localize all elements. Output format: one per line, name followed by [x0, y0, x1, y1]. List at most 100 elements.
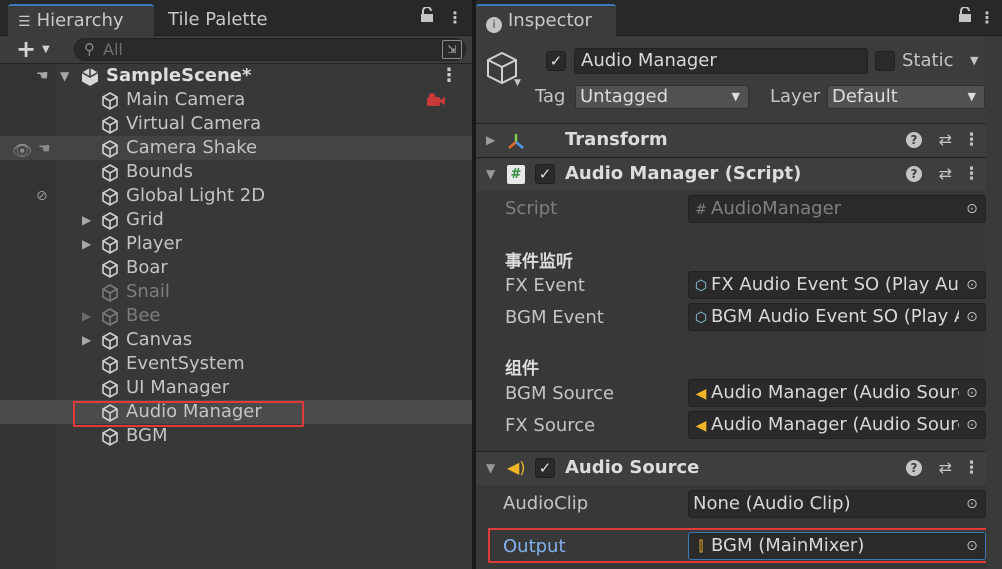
kebab-menu-icon[interactable]: ⋮ [444, 6, 466, 30]
object-name-field[interactable]: Audio Manager [574, 48, 868, 74]
static-checkbox[interactable] [875, 51, 895, 71]
hierarchy-item[interactable]: Global Light 2D [0, 184, 472, 208]
scene-name: SampleScene* [106, 65, 252, 86]
gameobject-header: ▼ ✓ Audio Manager Static ▼ Tag Untagged ▼… [476, 36, 1002, 124]
layer-dropdown[interactable]: Default ▼ [827, 85, 985, 109]
scene-header-row[interactable]: ☚ ▼ SampleScene* ⋮ [0, 64, 472, 88]
component-kebab-icon[interactable]: ⋮ [963, 158, 980, 190]
chevron-down-icon[interactable]: ▼ [514, 78, 521, 88]
hierarchy-item[interactable]: UI Manager [0, 376, 472, 400]
presets-icon[interactable]: ⇄ [939, 124, 952, 156]
expand-arrow-icon[interactable]: ▶ [82, 208, 91, 232]
hierarchy-item[interactable]: ▶ Canvas [0, 328, 472, 352]
bgm-source-field[interactable]: ◀ Audio Manager (Audio Sourc ⊙ [688, 379, 986, 407]
script-label: Script [505, 198, 558, 219]
layer-value: Default [832, 86, 898, 107]
chevron-down-icon[interactable]: ▼ [42, 44, 50, 55]
help-icon[interactable]: ? [906, 132, 922, 148]
fx-source-field[interactable]: ◀ Audio Manager (Audio Sourc ⊙ [688, 411, 986, 439]
speaker-icon: ◀ [695, 386, 707, 402]
scene-kebab-icon[interactable]: ⋮ [440, 64, 458, 88]
active-checkbox[interactable]: ✓ [546, 51, 566, 71]
hierarchy-item-label: Virtual Camera [126, 113, 262, 134]
hierarchy-item[interactable]: EventSystem [0, 352, 472, 376]
hierarchy-item[interactable]: ▶ Bee [0, 304, 472, 328]
collapsed-arrow-icon[interactable]: ▶ [486, 124, 495, 156]
hierarchy-item[interactable]: Camera Shake [0, 136, 472, 160]
object-picker-icon[interactable]: ⊙ [959, 380, 985, 406]
audio-source-component-header[interactable]: ▼ ◀) ✓ Audio Source ? ⇄ ⋮ [476, 451, 1002, 485]
unity-scene-icon [80, 67, 100, 87]
add-object-button[interactable]: + [16, 37, 36, 61]
chevron-down-icon: ▼ [967, 90, 976, 103]
pickable-toggle-icon[interactable]: ☚ [36, 64, 49, 88]
expand-arrow-icon[interactable]: ▶ [82, 304, 91, 328]
hierarchy-item-label: Camera Shake [126, 137, 258, 158]
tab-hierarchy[interactable]: ☰ Hierarchy [8, 4, 154, 36]
presets-icon[interactable]: ⇄ [939, 158, 952, 190]
gameobject-cube-icon [100, 427, 120, 447]
tab-tile-palette[interactable]: Tile Palette [158, 4, 278, 36]
transform-icon [506, 131, 526, 151]
audio-source-enabled-checkbox[interactable]: ✓ [535, 458, 555, 478]
static-dropdown-arrow-icon[interactable]: ▼ [970, 54, 978, 67]
info-icon: i [486, 17, 502, 33]
inspector-scrollbar[interactable] [986, 36, 1002, 569]
hierarchy-item[interactable]: Snail [0, 280, 472, 304]
tag-dropdown[interactable]: Untagged ▼ [575, 85, 749, 109]
scriptable-object-icon: ⬡ [694, 278, 708, 294]
tab-inspector-label: Inspector [508, 10, 592, 31]
object-picker-icon: ⊙ [959, 196, 985, 222]
fx-event-value: FX Audio Event SO (Play Aud [711, 274, 971, 295]
script-component-header[interactable]: ▼ # ✓ Audio Manager (Script) ? ⇄ ⋮ [476, 157, 1002, 191]
pickable-toggle-icon[interactable]: ☚ [38, 141, 51, 157]
script-enabled-checkbox[interactable]: ✓ [535, 164, 555, 184]
tab-hierarchy-label: Hierarchy [36, 10, 124, 31]
audio-source-title: Audio Source [565, 457, 700, 478]
hierarchy-item-label: UI Manager [126, 377, 230, 398]
expanded-arrow-icon[interactable]: ▼ [486, 158, 495, 190]
presets-icon[interactable]: ⇄ [939, 452, 952, 484]
pick-disabled-icon[interactable]: ⊘ [36, 188, 48, 204]
transform-title: Transform [565, 129, 668, 150]
bgm-source-value: Audio Manager (Audio Sourc [711, 382, 968, 403]
scriptable-object-icon: ⬡ [694, 310, 708, 326]
hierarchy-item[interactable]: Main Camera [0, 88, 472, 112]
tab-inspector[interactable]: i Inspector [476, 4, 616, 36]
component-kebab-icon[interactable]: ⋮ [963, 124, 980, 156]
chevron-down-icon: ▼ [731, 90, 740, 103]
bgm-event-field[interactable]: ⬡ BGM Audio Event SO (Play A ⊙ [688, 303, 986, 331]
search-filter-button[interactable]: ⇲ [442, 40, 462, 59]
expand-arrow-icon[interactable]: ▶ [82, 328, 91, 352]
tag-value: Untagged [580, 86, 669, 107]
gameobject-cube-icon [100, 355, 120, 375]
hierarchy-item[interactable]: ▶ Grid [0, 208, 472, 232]
audioclip-field[interactable]: None (Audio Clip) ⊙ [688, 490, 986, 518]
hierarchy-toolbar: + ▼ ⚲ All ⇲ [0, 36, 472, 64]
object-picker-icon[interactable]: ⊙ [959, 491, 985, 517]
expand-arrow-icon[interactable]: ▶ [82, 232, 91, 256]
object-picker-icon[interactable]: ⊙ [959, 412, 985, 438]
object-picker-icon[interactable]: ⊙ [959, 272, 985, 298]
bgm-source-label: BGM Source [505, 383, 615, 404]
hierarchy-item[interactable]: ▶ Player [0, 232, 472, 256]
eye-icon[interactable]: 👁 [12, 141, 32, 160]
hierarchy-item[interactable]: Bounds [0, 160, 472, 184]
hierarchy-item[interactable]: Virtual Camera [0, 112, 472, 136]
hierarchy-item[interactable]: BGM [0, 424, 472, 448]
transform-component-header[interactable]: ▶ Transform ? ⇄ ⋮ [476, 123, 1002, 157]
search-icon: ⚲ [84, 40, 95, 58]
help-icon[interactable]: ? [906, 460, 922, 476]
expand-arrow-icon[interactable]: ▼ [60, 64, 69, 88]
hierarchy-search-input[interactable]: ⚲ All ⇲ [74, 38, 466, 61]
object-picker-icon[interactable]: ⊙ [959, 304, 985, 330]
expanded-arrow-icon[interactable]: ▼ [486, 452, 495, 484]
fx-event-field[interactable]: ⬡ FX Audio Event SO (Play Aud ⊙ [688, 271, 986, 299]
component-kebab-icon[interactable]: ⋮ [963, 452, 980, 484]
kebab-menu-icon[interactable]: ⋮ [976, 6, 998, 30]
hierarchy-item[interactable]: Boar [0, 256, 472, 280]
hierarchy-item-label: EventSystem [126, 353, 245, 374]
lock-icon[interactable] [954, 6, 976, 30]
lock-icon[interactable] [416, 6, 438, 30]
help-icon[interactable]: ? [906, 166, 922, 182]
